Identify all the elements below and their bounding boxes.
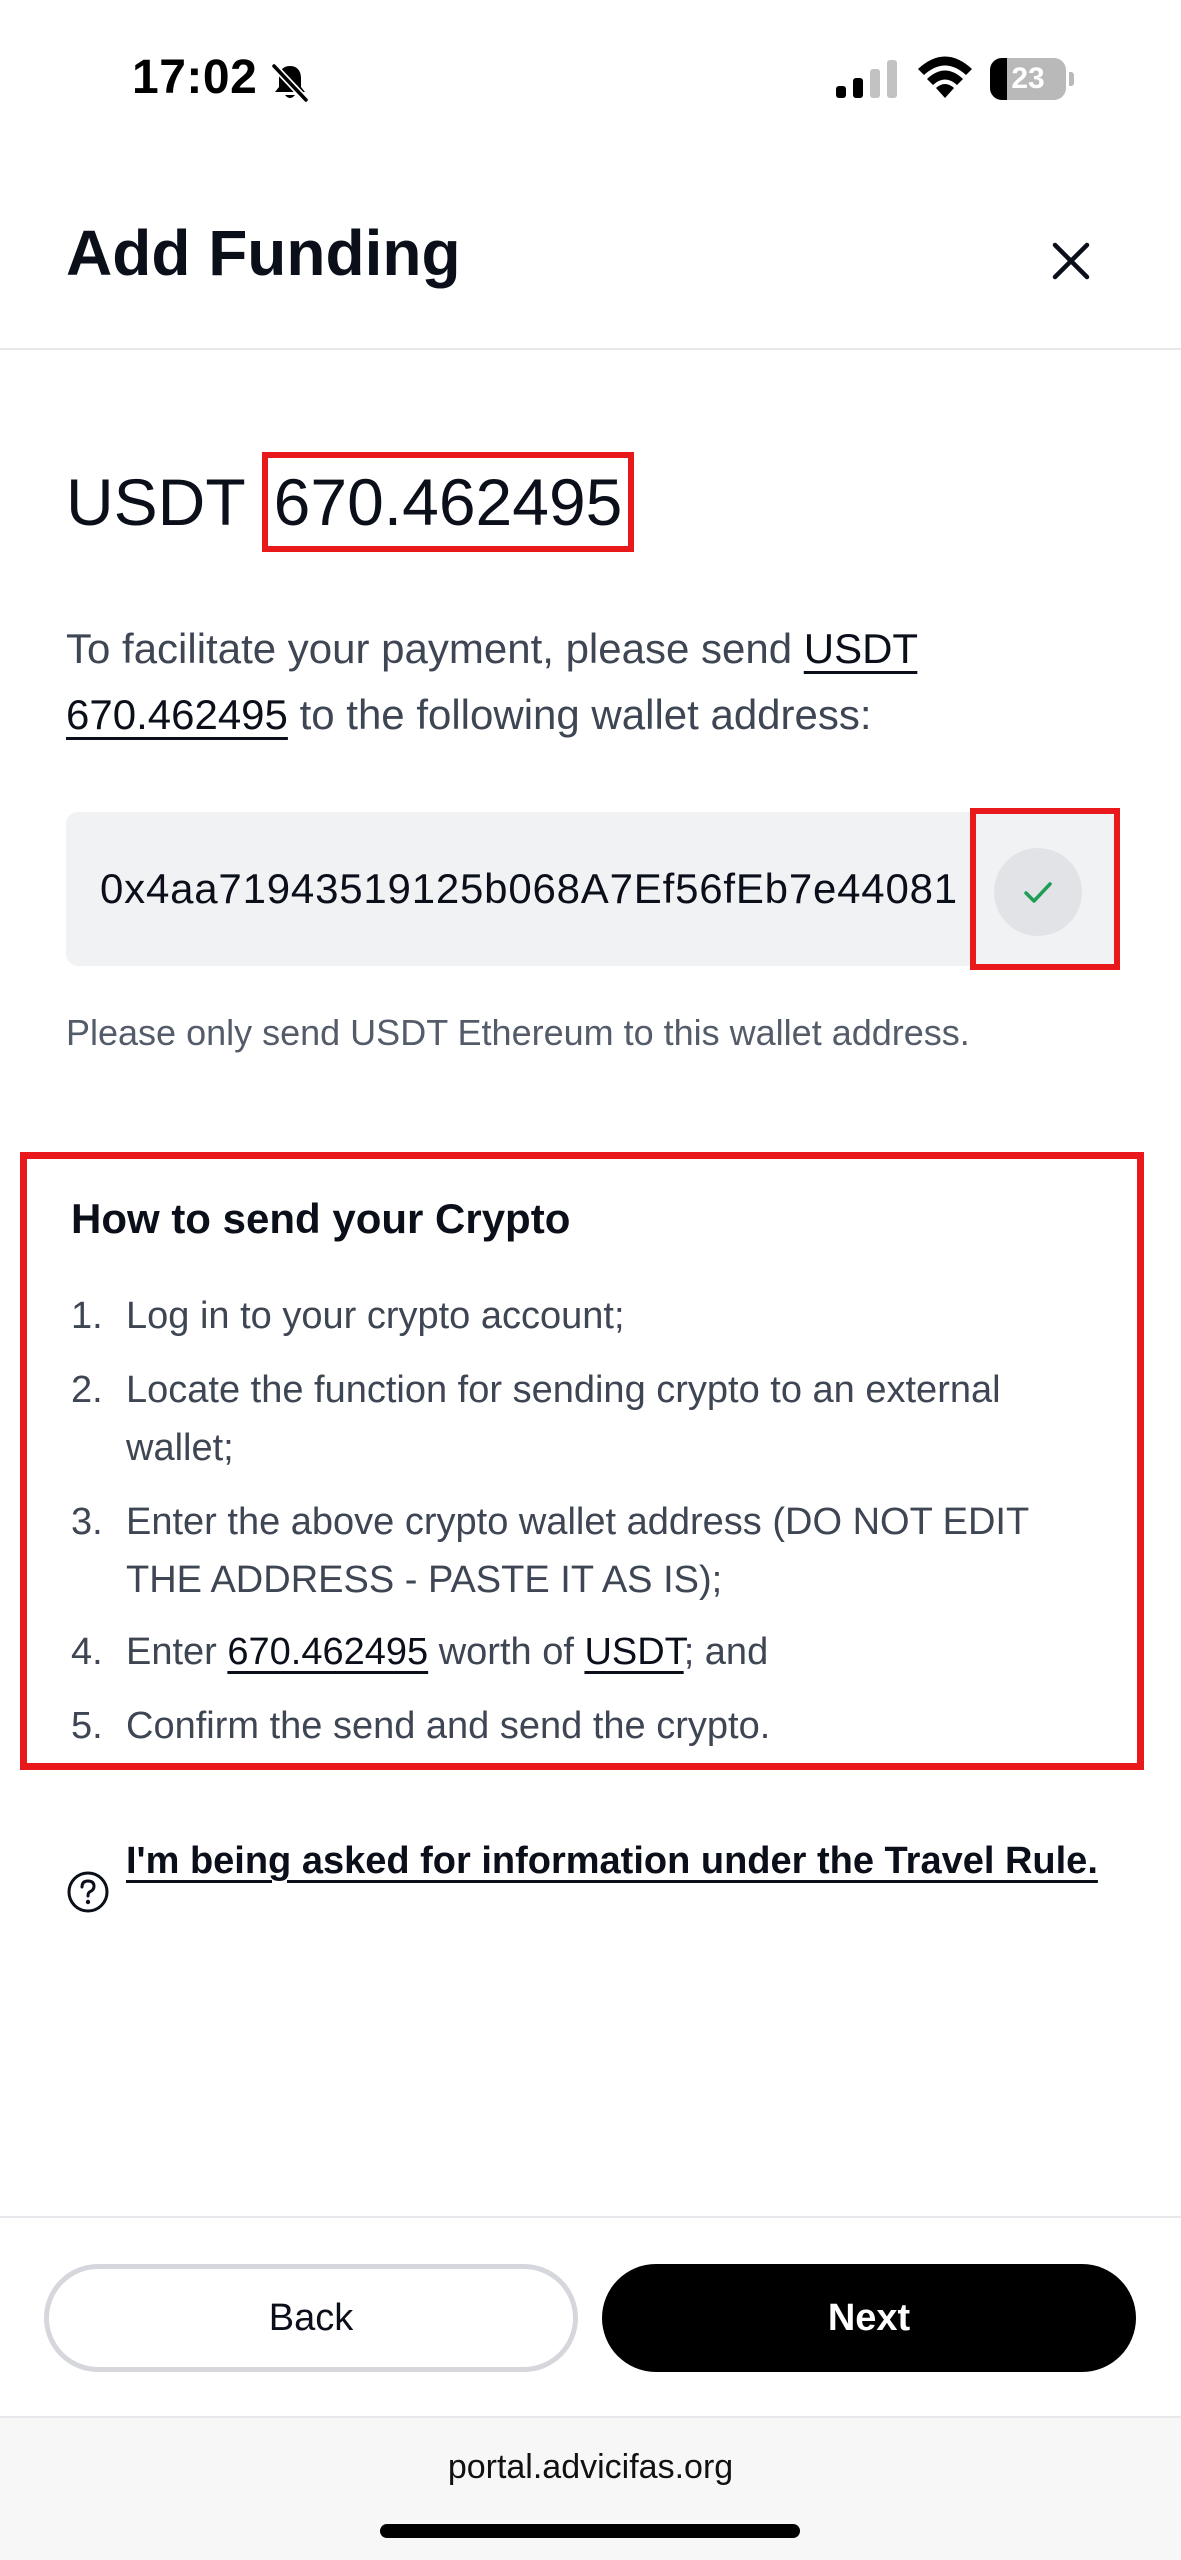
wifi-icon <box>918 56 972 98</box>
back-button[interactable]: Back <box>44 2264 578 2372</box>
step-text: Confirm the send and send the crypto. <box>126 1705 771 1747</box>
instructions-box: How to send your Crypto 1. Log in to you… <box>20 1152 1144 1770</box>
funding-amount: USDT 670.462495 <box>66 452 635 552</box>
wallet-note: Please only send USDT Ethereum to this w… <box>66 1012 970 1053</box>
instruction-step: 4. Enter 670.462495 worth of USDT; and <box>71 1623 1111 1681</box>
instructions-title: How to send your Crypto <box>71 1195 571 1242</box>
travel-rule-link[interactable]: I'm being asked for information under th… <box>126 1832 1126 1890</box>
url-text[interactable]: portal.advicifas.org <box>0 2448 1181 2487</box>
instruction-step: 5. Confirm the send and send the crypto. <box>71 1697 1111 1755</box>
next-button[interactable]: Next <box>602 2264 1136 2372</box>
step-suffix: ; and <box>683 1631 769 1673</box>
wallet-address[interactable]: 0x4aa71943519125b068A7Ef56fEb7e44081 <box>100 812 1040 966</box>
desc-amount-link[interactable]: 670.462495 <box>66 691 288 738</box>
amount-currency: USDT <box>66 465 246 539</box>
desc-currency-link[interactable]: USDT <box>804 625 918 672</box>
step-number: 5. <box>71 1705 103 1747</box>
help-circle-icon <box>67 1871 109 1913</box>
step-currency-link[interactable]: USDT <box>584 1631 683 1673</box>
step-text: Log in to your crypto account; <box>126 1295 625 1337</box>
status-bar: 17:02 23 <box>0 0 1181 150</box>
instruction-step: 3. Enter the above crypto wallet address… <box>71 1493 1111 1609</box>
step-text: Enter the above crypto wallet address (D… <box>126 1501 1029 1601</box>
copy-button-highlight <box>970 808 1120 970</box>
desc-prefix: To facilitate your payment, please send <box>66 625 804 672</box>
bell-slash-icon <box>270 62 310 104</box>
instruction-step: 1. Log in to your crypto account; <box>71 1287 1111 1345</box>
payment-instruction-text: To facilitate your payment, please send … <box>66 616 1126 748</box>
desc-suffix: to the following wallet address: <box>287 691 872 738</box>
instruction-step: 2. Locate the function for sending crypt… <box>71 1361 1111 1477</box>
browser-url-bar[interactable]: portal.advicifas.org <box>0 2418 1181 2560</box>
step-amount-link[interactable]: 670.462495 <box>227 1631 428 1673</box>
page-header: Add Funding <box>0 150 1181 350</box>
step-number: 4. <box>71 1631 103 1673</box>
step-middle: worth of <box>428 1631 585 1673</box>
step-prefix: Enter <box>126 1631 228 1673</box>
battery-level: 23 <box>1011 62 1045 95</box>
step-text: Enter 670.462495 worth of USDT; and <box>126 1623 1111 1681</box>
page-title: Add Funding <box>66 217 461 289</box>
amount-value: 670.462495 <box>261 452 635 552</box>
step-text: Locate the function for sending crypto t… <box>126 1369 1001 1469</box>
footer-actions: Back Next <box>0 2216 1181 2418</box>
cellular-signal-icon <box>836 60 897 98</box>
step-number: 1. <box>71 1295 103 1337</box>
close-icon <box>1052 242 1090 280</box>
status-time: 17:02 <box>132 51 258 104</box>
home-indicator[interactable] <box>380 2524 800 2538</box>
step-number: 2. <box>71 1369 103 1411</box>
travel-rule-help: I'm being asked for information under th… <box>66 1832 1126 1913</box>
wallet-address-field[interactable]: 0x4aa71943519125b068A7Ef56fEb7e44081 <box>66 812 1116 966</box>
battery-icon: 23 <box>990 58 1074 100</box>
step-number: 3. <box>71 1501 103 1543</box>
close-button[interactable] <box>1040 230 1102 292</box>
